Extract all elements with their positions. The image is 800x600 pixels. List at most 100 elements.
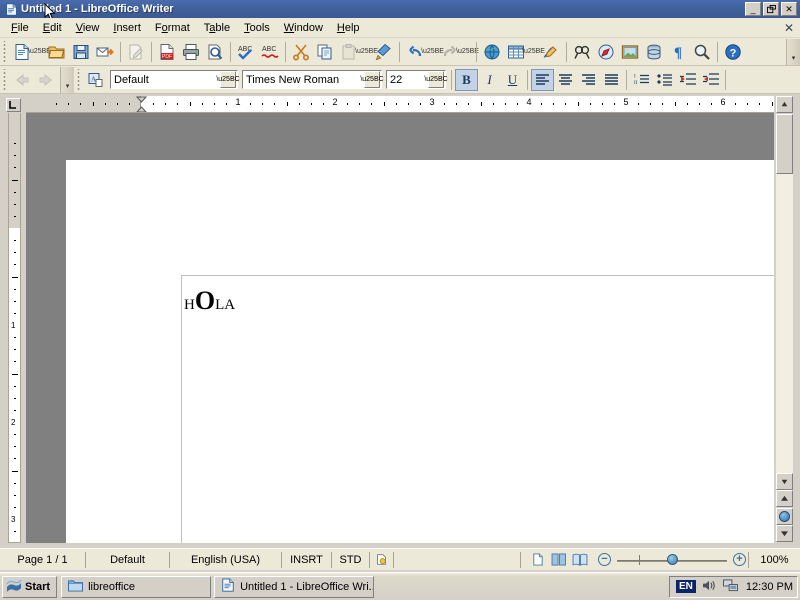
email-document-icon[interactable] — [93, 40, 117, 64]
menu-window[interactable]: Window — [277, 20, 330, 36]
bold-button[interactable]: B — [455, 68, 478, 91]
speaker-icon[interactable] — [702, 579, 717, 595]
navigation-dot-icon[interactable] — [776, 508, 793, 525]
book-view-icon[interactable] — [571, 552, 588, 567]
scroll-up-button[interactable] — [776, 96, 793, 113]
scroll-down-button[interactable] — [776, 473, 793, 490]
taskbar-item-writer[interactable]: Untitled 1 - LibreOffice Wri... — [214, 575, 375, 598]
table-dropdown-icon[interactable]: \u25BE — [522, 40, 545, 64]
print-icon[interactable] — [179, 40, 203, 64]
copy-icon[interactable] — [313, 40, 337, 64]
status-page-count[interactable]: Page 1 / 1 — [0, 551, 86, 568]
zoom-slider-knob[interactable] — [667, 553, 678, 565]
toolbar-grip[interactable] — [1, 40, 8, 63]
decrease-indent-button[interactable] — [676, 69, 699, 91]
align-right-button[interactable] — [577, 69, 600, 91]
formatting-marks-icon[interactable]: ¶ — [666, 40, 690, 64]
menu-help[interactable]: Help — [330, 20, 367, 36]
status-page-style[interactable]: Default — [86, 551, 170, 568]
undo-dropdown-icon[interactable]: \u25BE — [421, 40, 444, 64]
start-button[interactable]: Start — [2, 575, 58, 598]
status-selection-mode[interactable]: STD — [332, 551, 370, 568]
standard-toolbar-overflow[interactable]: ▾ — [786, 38, 800, 65]
paragraph-style-combo[interactable]: Default \u25BC — [110, 70, 240, 89]
font-name-combo[interactable]: Times New Roman \u25BC — [242, 70, 384, 89]
multi-page-view-icon[interactable] — [550, 552, 567, 567]
chevron-down-icon[interactable]: \u25BC — [360, 71, 384, 88]
toolbar-grip[interactable] — [1, 68, 8, 91]
edit-file-icon[interactable] — [124, 40, 148, 64]
document-page[interactable]: HOLA — [66, 160, 774, 543]
save-icon[interactable] — [69, 40, 93, 64]
align-justify-button[interactable] — [600, 69, 623, 91]
spelling-check-icon[interactable]: ABC — [234, 40, 258, 64]
next-style-icon[interactable] — [34, 68, 58, 92]
menu-view[interactable]: View — [69, 20, 107, 36]
zoom-slider[interactable] — [617, 553, 727, 567]
menu-insert[interactable]: Insert — [106, 20, 148, 36]
help-icon[interactable]: ? — [721, 40, 745, 64]
italic-button[interactable]: I — [478, 69, 501, 91]
menu-edit[interactable]: Edit — [36, 20, 69, 36]
previous-page-button[interactable] — [776, 490, 793, 507]
menu-file[interactable]: FFileile — [4, 20, 36, 36]
status-insert-mode[interactable]: INSRT — [282, 551, 332, 568]
next-page-button[interactable] — [776, 525, 793, 542]
zoom-in-button[interactable]: + — [733, 553, 746, 566]
cut-scissors-icon[interactable] — [289, 40, 313, 64]
language-indicator[interactable]: EN — [676, 580, 696, 593]
document-text[interactable]: HOLA — [184, 288, 235, 314]
close-document-icon[interactable]: ✕ — [784, 21, 794, 35]
align-left-button[interactable] — [531, 68, 554, 91]
previous-style-icon[interactable] — [10, 68, 34, 92]
scrollbar-thumb[interactable] — [776, 114, 793, 174]
clock[interactable]: 12:30 PM — [744, 581, 793, 593]
font-size-combo[interactable]: 22 \u25BC — [386, 70, 448, 89]
clone-formatting-icon[interactable] — [372, 40, 396, 64]
align-center-button[interactable] — [554, 69, 577, 91]
taskbar-item-libreoffice[interactable]: libreoffice — [61, 575, 212, 598]
paste-icon[interactable] — [337, 40, 361, 64]
horizontal-ruler[interactable]: 1 2 3 4 5 6 — [26, 96, 774, 113]
vertical-scrollbar[interactable] — [776, 96, 793, 543]
find-replace-icon[interactable] — [570, 40, 594, 64]
data-sources-icon[interactable] — [642, 40, 666, 64]
vertical-ruler[interactable]: 1 2 3 — [8, 113, 21, 543]
zoom-icon[interactable] — [690, 40, 714, 64]
paste-dropdown-icon[interactable]: \u25BE — [355, 40, 378, 64]
redo-dropdown-icon[interactable]: \u25BE — [456, 40, 479, 64]
autospellcheck-icon[interactable]: ABC — [258, 40, 282, 64]
status-language[interactable]: English (USA) — [170, 551, 282, 568]
hyperlink-globe-icon[interactable] — [480, 40, 504, 64]
style-nav-overflow[interactable]: ▾ — [60, 66, 74, 93]
maximize-restore-button[interactable] — [763, 2, 779, 16]
chevron-down-icon[interactable]: \u25BC — [216, 71, 240, 88]
menu-format[interactable]: Format — [148, 20, 197, 36]
tab-stop-selector[interactable] — [0, 96, 26, 114]
menu-tools[interactable]: Tools — [237, 20, 277, 36]
insert-image-icon[interactable] — [618, 40, 642, 64]
menu-table[interactable]: Table — [197, 20, 237, 36]
document-work-area[interactable]: HOLA — [26, 113, 774, 543]
draw-functions-icon[interactable] — [539, 40, 563, 64]
indent-marker[interactable] — [135, 96, 148, 112]
ordered-list-button[interactable]: I II — [630, 69, 653, 91]
scrollbar-track[interactable] — [776, 174, 793, 473]
minimize-button[interactable]: _ — [745, 2, 761, 16]
zoom-level-value[interactable]: 100% — [748, 551, 800, 568]
close-button[interactable]: ✕ — [781, 2, 797, 16]
single-page-view-icon[interactable] — [529, 552, 546, 567]
network-icon[interactable] — [722, 578, 738, 595]
open-folder-icon[interactable] — [45, 40, 69, 64]
chevron-down-icon[interactable]: \u25BC — [424, 71, 448, 88]
redo-icon[interactable] — [438, 40, 462, 64]
export-pdf-icon[interactable]: PDF — [155, 40, 179, 64]
paragraph-style-icon[interactable]: A — [84, 68, 108, 92]
print-preview-icon[interactable] — [203, 40, 227, 64]
unordered-list-button[interactable] — [653, 69, 676, 91]
increase-indent-button[interactable] — [699, 69, 722, 91]
navigator-compass-icon[interactable] — [594, 40, 618, 64]
unsaved-changes-icon[interactable] — [370, 551, 394, 568]
toolbar-grip[interactable] — [75, 68, 82, 91]
zoom-out-button[interactable]: − — [598, 553, 611, 566]
